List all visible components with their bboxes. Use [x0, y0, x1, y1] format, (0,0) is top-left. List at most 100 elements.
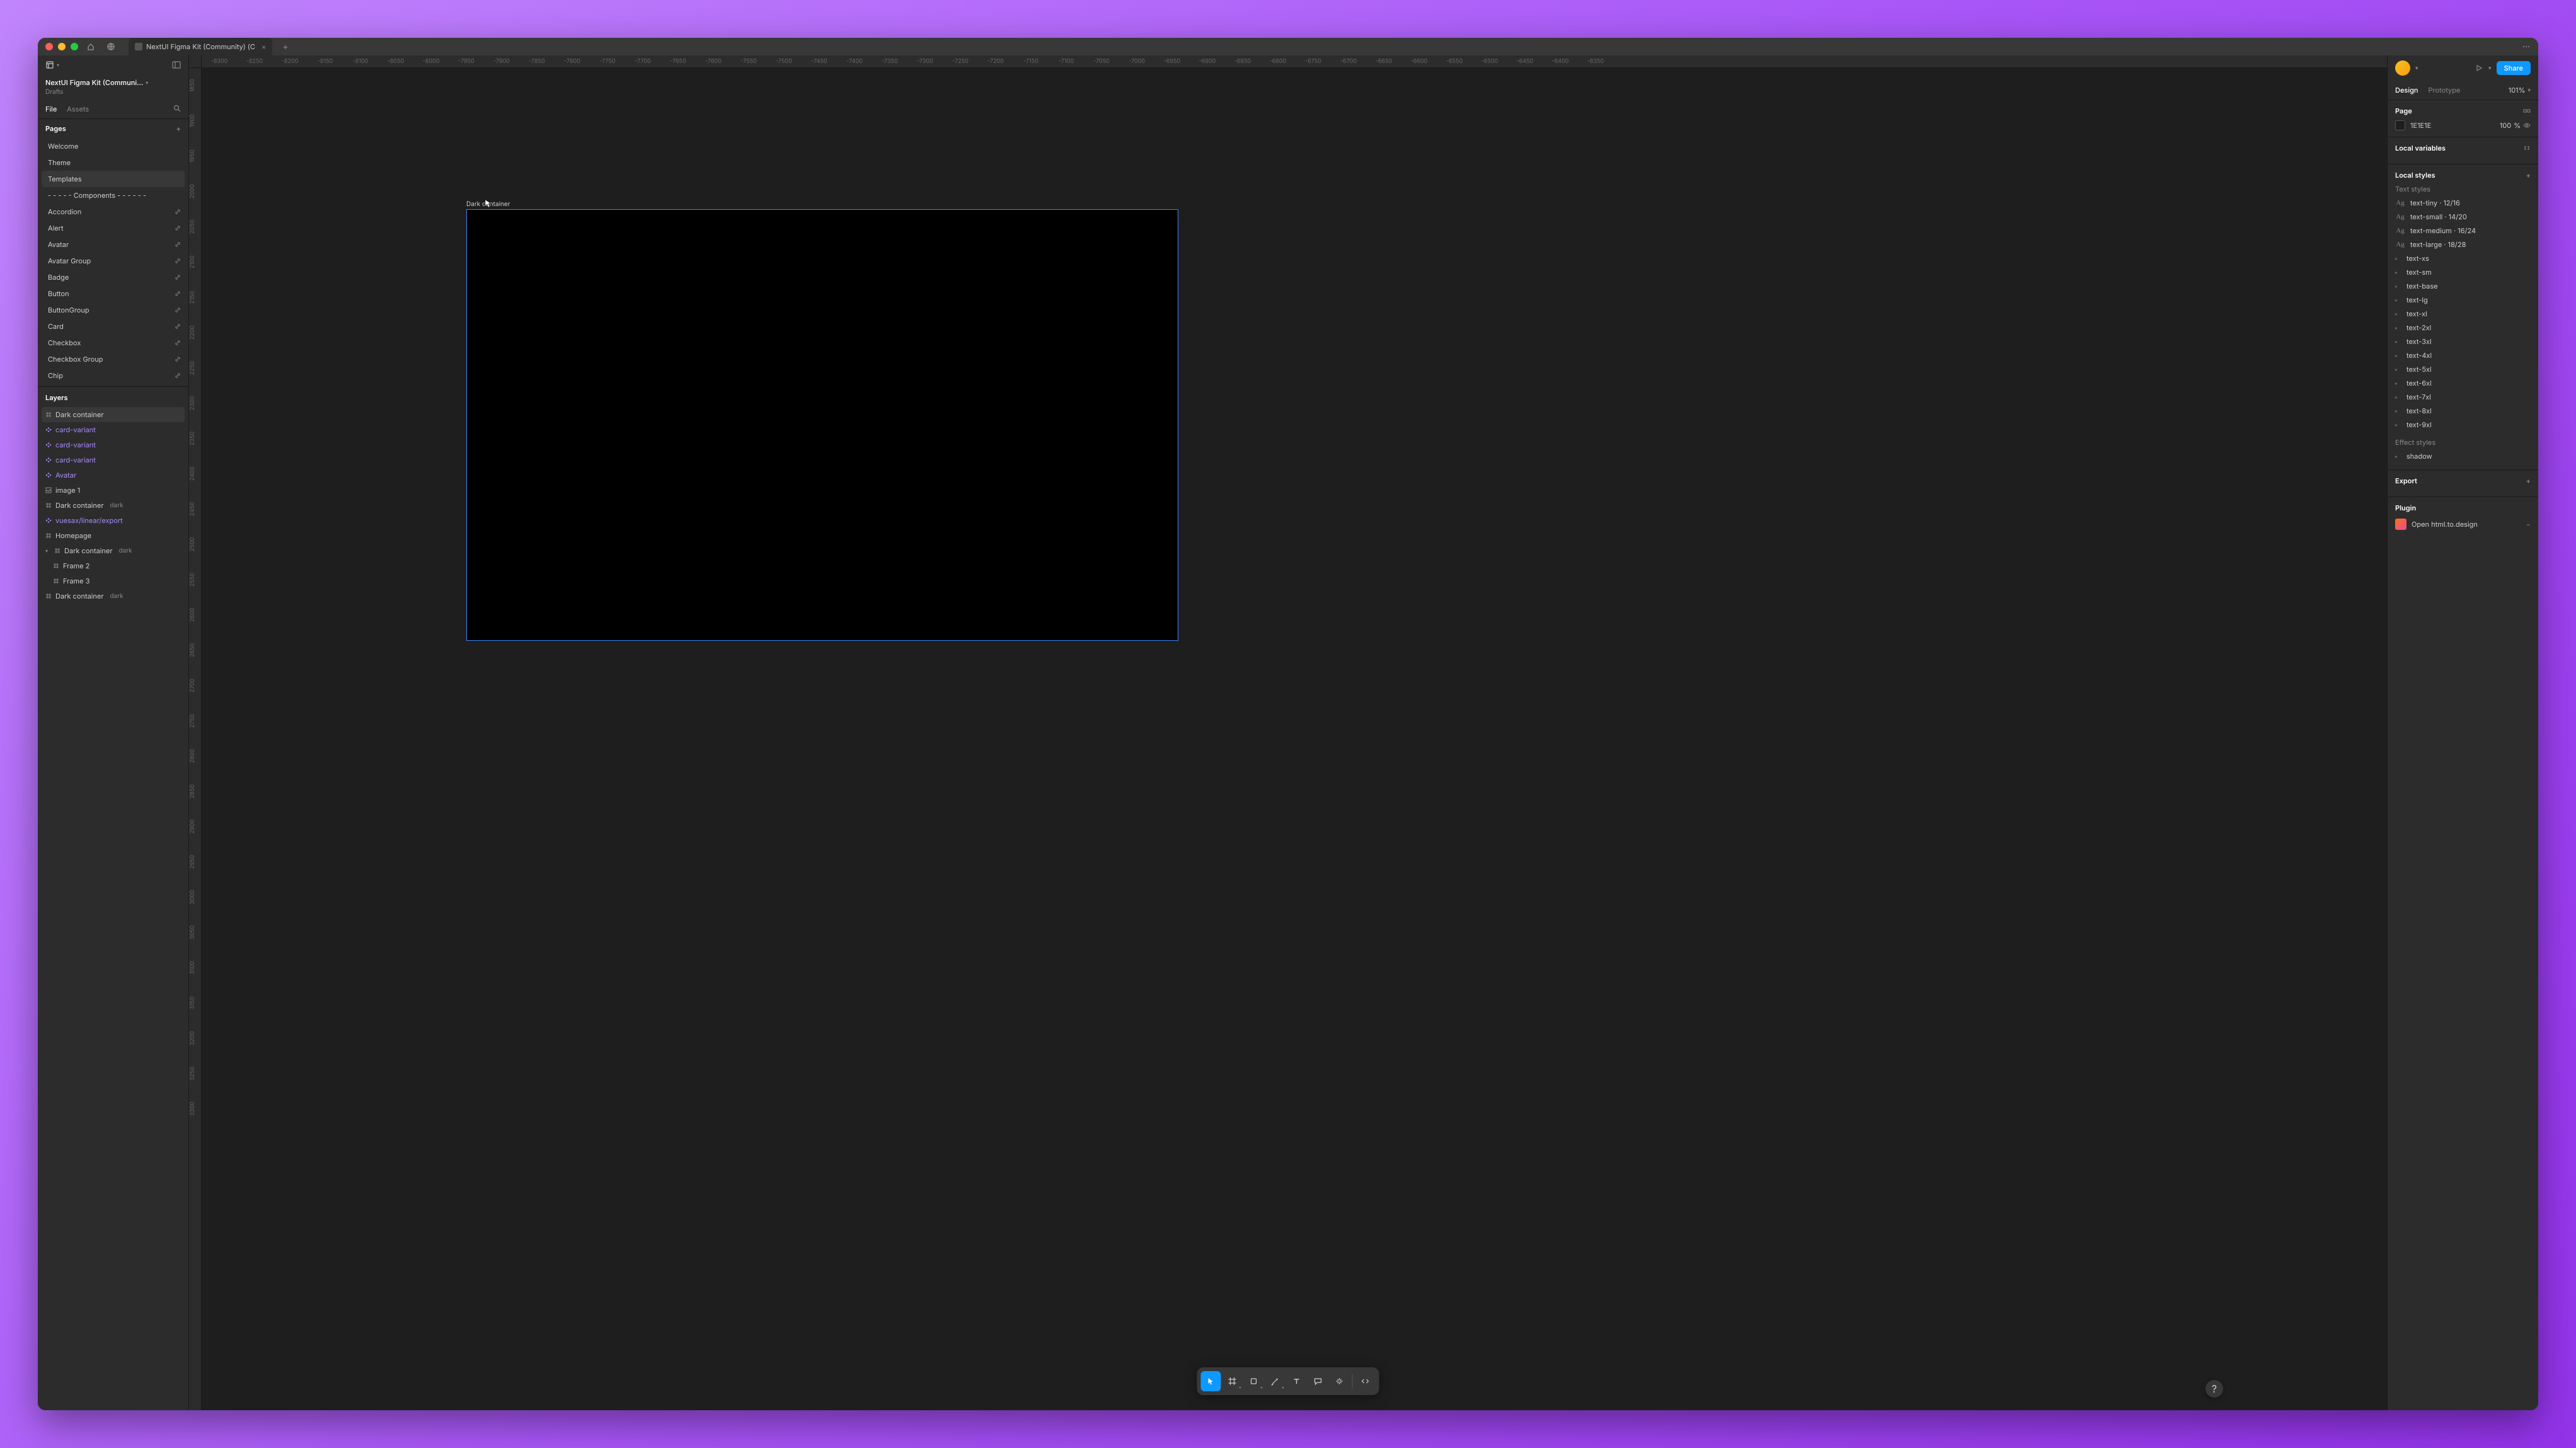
variables-settings-icon[interactable] [2523, 144, 2531, 152]
text-style-item[interactable]: ▸text-4xl [2395, 348, 2531, 362]
text-style-item[interactable]: ▸text-base [2395, 279, 2531, 293]
layer-item[interactable]: Frame 3 [38, 573, 188, 589]
help-button[interactable]: ? [2205, 1380, 2223, 1398]
text-style-item[interactable]: Agtext-small · 14/20 [2395, 210, 2531, 224]
window-close-button[interactable] [45, 43, 53, 50]
main-menu-button[interactable]: ▾ [45, 60, 59, 69]
page-settings-icon[interactable] [2523, 107, 2531, 115]
page-item[interactable]: Theme [38, 154, 188, 171]
text-tool[interactable] [1287, 1371, 1307, 1391]
layer-item[interactable]: Dark containerdark [38, 498, 188, 513]
window-maximize-button[interactable] [71, 43, 78, 50]
text-style-item[interactable]: ▸text-8xl [2395, 404, 2531, 418]
layer-item[interactable]: image 1 [38, 483, 188, 498]
text-style-item[interactable]: ▸text-6xl [2395, 376, 2531, 390]
comment-tool[interactable] [1308, 1371, 1328, 1391]
page-item[interactable]: Button [38, 285, 188, 302]
tab-file[interactable]: File [45, 105, 57, 113]
new-tab-button[interactable]: + [282, 42, 288, 52]
layer-item[interactable]: Avatar [38, 468, 188, 483]
close-tab-icon[interactable]: × [262, 42, 266, 51]
ruler-tick: 2200 [189, 315, 201, 350]
layer-item[interactable]: ▾Dark containerdark [38, 543, 188, 558]
layer-item[interactable]: card-variant [38, 422, 188, 437]
present-button[interactable] [2475, 64, 2483, 72]
layer-name: Homepage [55, 531, 91, 540]
canvas-area[interactable]: -8300-8250-8200-8150-8100-8050-8000-7950… [189, 55, 2387, 1410]
tab-assets[interactable]: Assets [67, 105, 89, 113]
page-item[interactable]: - - - - - Components - - - - - - [38, 187, 188, 204]
page-item[interactable]: Checkbox [38, 335, 188, 351]
plugin-item[interactable]: Open html.to.design − [2395, 515, 2531, 534]
file-info[interactable]: NextUI Figma Kit (Communi... ▾ Drafts [38, 74, 188, 100]
visibility-toggle-icon[interactable] [2523, 122, 2531, 129]
canvas[interactable]: Dark container [202, 68, 2387, 1410]
text-style-item[interactable]: ▸text-3xl [2395, 335, 2531, 348]
selected-frame[interactable] [466, 209, 1178, 641]
file-tab[interactable]: NextUI Figma Kit (Community) (C × [129, 38, 272, 55]
color-swatch[interactable] [2395, 120, 2405, 130]
text-style-item[interactable]: ▸text-sm [2395, 265, 2531, 279]
layer-item[interactable]: Dark containerdark [38, 589, 188, 604]
home-button[interactable] [83, 39, 98, 54]
layer-item[interactable]: vuesax/linear/export [38, 513, 188, 528]
add-export-button[interactable]: + [2526, 476, 2531, 485]
text-style-item[interactable]: Agtext-large · 18/28 [2395, 238, 2531, 251]
search-button[interactable] [173, 105, 181, 113]
user-avatar[interactable] [2395, 60, 2410, 76]
text-style-item[interactable]: ▸text-2xl [2395, 321, 2531, 335]
dev-mode-tool[interactable] [1355, 1371, 1376, 1391]
page-item[interactable]: ButtonGroup [38, 302, 188, 318]
text-style-item[interactable]: ▸text-9xl [2395, 418, 2531, 432]
overflow-menu-button[interactable] [2522, 42, 2531, 51]
text-style-item[interactable]: Agtext-tiny · 12/16 [2395, 196, 2531, 210]
shape-tool[interactable]: ▾ [1244, 1371, 1264, 1391]
tab-design[interactable]: Design [2395, 86, 2418, 95]
actions-tool[interactable] [1330, 1371, 1350, 1391]
remove-plugin-button[interactable]: − [2526, 520, 2531, 529]
page-item[interactable]: Alert [38, 220, 188, 236]
file-icon [135, 43, 142, 50]
text-style-item[interactable]: ▸text-5xl [2395, 362, 2531, 376]
page-item[interactable]: Badge [38, 269, 188, 285]
link-icon [175, 340, 181, 346]
add-page-button[interactable]: + [176, 124, 181, 133]
layer-item[interactable]: Homepage [38, 528, 188, 543]
frame-tool[interactable]: ▾ [1222, 1371, 1243, 1391]
add-style-button[interactable]: + [2526, 171, 2531, 180]
frame-icon [45, 411, 52, 418]
text-style-item[interactable]: ▸text-xs [2395, 251, 2531, 265]
color-hex-input[interactable] [2410, 121, 2448, 130]
page-item[interactable]: Checkbox Group [38, 351, 188, 367]
page-item[interactable]: Avatar Group [38, 253, 188, 269]
text-style-item[interactable]: ▸text-xl [2395, 307, 2531, 321]
page-item[interactable]: Accordion [38, 204, 188, 220]
ruler-tick: 2150 [189, 280, 201, 315]
layer-item[interactable]: Dark container [42, 407, 185, 422]
community-button[interactable] [103, 39, 118, 54]
text-style-item[interactable]: ▸text-7xl [2395, 390, 2531, 404]
expand-chevron-icon[interactable]: ▾ [45, 548, 50, 554]
layer-item[interactable]: card-variant [38, 452, 188, 468]
share-button[interactable]: Share [2497, 61, 2531, 75]
tab-prototype[interactable]: Prototype [2429, 86, 2461, 95]
frame-label[interactable]: Dark container [466, 200, 510, 208]
zoom-control[interactable]: 101% ▾ [2509, 86, 2531, 95]
ruler-tick: 3200 [189, 1021, 201, 1056]
page-item[interactable]: Chip [38, 367, 188, 384]
toggle-panels-button[interactable] [172, 60, 181, 69]
window-minimize-button[interactable] [58, 43, 66, 50]
move-tool[interactable]: ▾ [1201, 1371, 1221, 1391]
page-item[interactable]: Avatar [38, 236, 188, 253]
text-style-item[interactable]: Agtext-medium · 16/24 [2395, 224, 2531, 238]
effect-style-item[interactable]: ▸shadow [2395, 449, 2531, 463]
pen-tool[interactable]: ▾ [1265, 1371, 1285, 1391]
layer-item[interactable]: Frame 2 [38, 558, 188, 573]
text-style-item[interactable]: ▸text-lg [2395, 293, 2531, 307]
page-item[interactable]: Welcome [38, 138, 188, 154]
page-item[interactable]: Card [38, 318, 188, 335]
opacity-input[interactable] [2493, 121, 2511, 130]
layer-item[interactable]: card-variant [38, 437, 188, 452]
page-item[interactable]: Templates [42, 171, 185, 187]
page-name: Chip [48, 371, 63, 380]
